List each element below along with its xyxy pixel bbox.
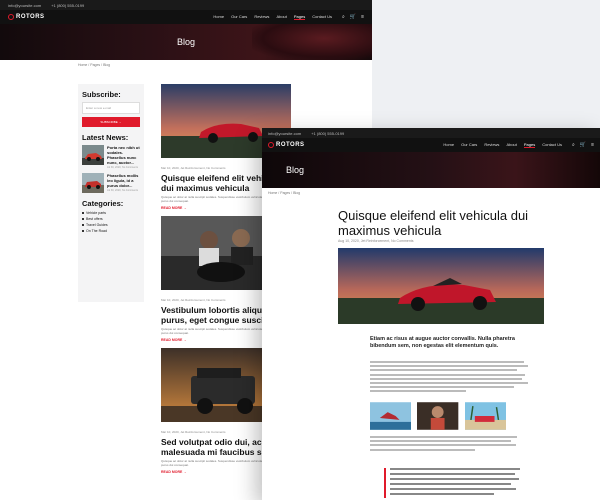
main-navbar: ROTORS Home Our Cars Reviews About Pages Cont… xyxy=(262,138,600,152)
read-more-label: READ MORE xyxy=(161,470,183,474)
news-thumbnail xyxy=(82,173,104,193)
subscribe-button-label: SUBSCRIBE xyxy=(100,120,118,124)
nav-item-contact-us[interactable]: Contact Us xyxy=(312,14,332,20)
breadcrumb[interactable]: Home / Pages / Blog xyxy=(0,60,372,70)
phone-text[interactable]: +1 (800) 555-0199 xyxy=(51,3,84,8)
gallery-image[interactable] xyxy=(464,402,506,430)
email-text[interactable]: info@yoursite.com xyxy=(8,3,41,8)
category-link[interactable]: On The Road xyxy=(82,229,140,233)
email-field[interactable]: Enter a new e-mail xyxy=(82,102,140,114)
subscribe-heading: Subscribe: xyxy=(82,90,121,99)
article-hero-image xyxy=(338,248,544,324)
gallery-image[interactable] xyxy=(370,402,412,430)
top-info-bar: info@yoursite.com +1 (800) 555-0199 xyxy=(0,0,372,10)
logo[interactable]: ROTORS xyxy=(8,14,45,20)
page-hero: Blog xyxy=(0,24,372,60)
main-navbar: ROTORS Home Our Cars Reviews About Pages Cont… xyxy=(0,10,372,24)
menu-icon[interactable]: ≡ xyxy=(591,142,594,148)
menu-icon[interactable]: ≡ xyxy=(361,14,364,20)
nav-icons: ⌕ 🛒 ≡ xyxy=(342,14,364,20)
nav-item-home[interactable]: Home xyxy=(213,14,224,20)
category-link[interactable]: Vehicle parts xyxy=(82,211,140,215)
logo[interactable]: ROTORS xyxy=(268,142,305,148)
subscribe-button[interactable]: SUBSCRIBE → xyxy=(82,117,140,127)
news-thumbnail xyxy=(82,145,104,165)
top-info-bar: info@yoursite.com +1 (800) 555-0199 xyxy=(262,128,600,138)
logo-icon xyxy=(8,14,14,20)
page-title: Blog xyxy=(286,165,305,175)
nav-item-our-cars[interactable]: Our Cars xyxy=(461,142,477,148)
nav-item-our-cars[interactable]: Our Cars xyxy=(231,14,247,20)
article-body xyxy=(370,361,530,395)
blockquote xyxy=(384,468,520,498)
news-meta: Jul 30, 2020, No Comments xyxy=(107,166,138,169)
read-more-label: READ MORE xyxy=(161,338,183,342)
logo-text: ROTORS xyxy=(16,14,45,20)
nav-menu: Home Our Cars Reviews About Pages Contact Us xyxy=(443,142,562,148)
nav-item-about[interactable]: About xyxy=(276,14,286,20)
nav-icons: ⌕ 🛒 ≡ xyxy=(572,142,594,148)
blog-single-page: info@yoursite.com +1 (800) 555-0199 ROTO… xyxy=(262,128,600,500)
nav-item-pages[interactable]: Pages xyxy=(523,142,536,148)
nav-item-reviews[interactable]: Reviews xyxy=(254,14,269,20)
nav-item-contact-us[interactable]: Contact Us xyxy=(542,142,562,148)
news-meta: Jul 30, 2020, No Comments xyxy=(107,189,138,192)
nav-item-pages[interactable]: Pages xyxy=(293,14,306,20)
page-title: Blog xyxy=(176,37,195,47)
nav-item-home[interactable]: Home xyxy=(443,142,454,148)
hero-car-image xyxy=(252,24,372,60)
phone-text[interactable]: +1 (800) 555-0199 xyxy=(311,131,344,136)
category-link[interactable]: Best offers xyxy=(82,217,140,221)
breadcrumb[interactable]: Home / Pages / Blog xyxy=(262,188,600,198)
cart-icon[interactable]: 🛒 xyxy=(580,142,586,148)
news-title[interactable]: Porta nec nibh ut sodales. Phasellus nun… xyxy=(107,145,140,165)
search-icon[interactable]: ⌕ xyxy=(572,142,575,148)
news-item[interactable]: Phasellus mollis leo ligula, id a purus … xyxy=(82,173,140,193)
logo-text: ROTORS xyxy=(276,142,305,148)
category-link[interactable]: Travel Guides xyxy=(82,223,140,227)
article-lead: Etiam ac risus at augue auctor convallis… xyxy=(370,336,515,349)
cart-icon[interactable]: 🛒 xyxy=(350,14,356,20)
article-title: Quisque eleifend elit vehicula dui maxim… xyxy=(338,208,529,238)
image-gallery xyxy=(370,402,506,430)
logo-icon xyxy=(268,142,274,148)
nav-item-about[interactable]: About xyxy=(506,142,516,148)
nav-menu: Home Our Cars Reviews About Pages Contact Us xyxy=(213,14,332,20)
article-meta: Aug 10, 2020, Jet Reinforcement, No Comm… xyxy=(338,239,414,243)
categories-heading: Categories: xyxy=(82,199,124,208)
read-more-label: READ MORE xyxy=(161,206,183,210)
nav-item-reviews[interactable]: Reviews xyxy=(484,142,499,148)
gallery-image[interactable] xyxy=(417,402,459,430)
latest-news-heading: Latest News: xyxy=(82,133,129,142)
search-icon[interactable]: ⌕ xyxy=(342,14,345,20)
page-hero: Blog xyxy=(262,152,600,188)
news-title[interactable]: Phasellus mollis leo ligula, id a purus … xyxy=(107,173,138,188)
news-item[interactable]: Porta nec nibh ut sodales. Phasellus nun… xyxy=(82,145,140,170)
email-text[interactable]: info@yoursite.com xyxy=(268,131,301,136)
article-body-2 xyxy=(370,436,520,453)
sidebar: Subscribe: Enter a new e-mail SUBSCRIBE … xyxy=(78,84,144,302)
